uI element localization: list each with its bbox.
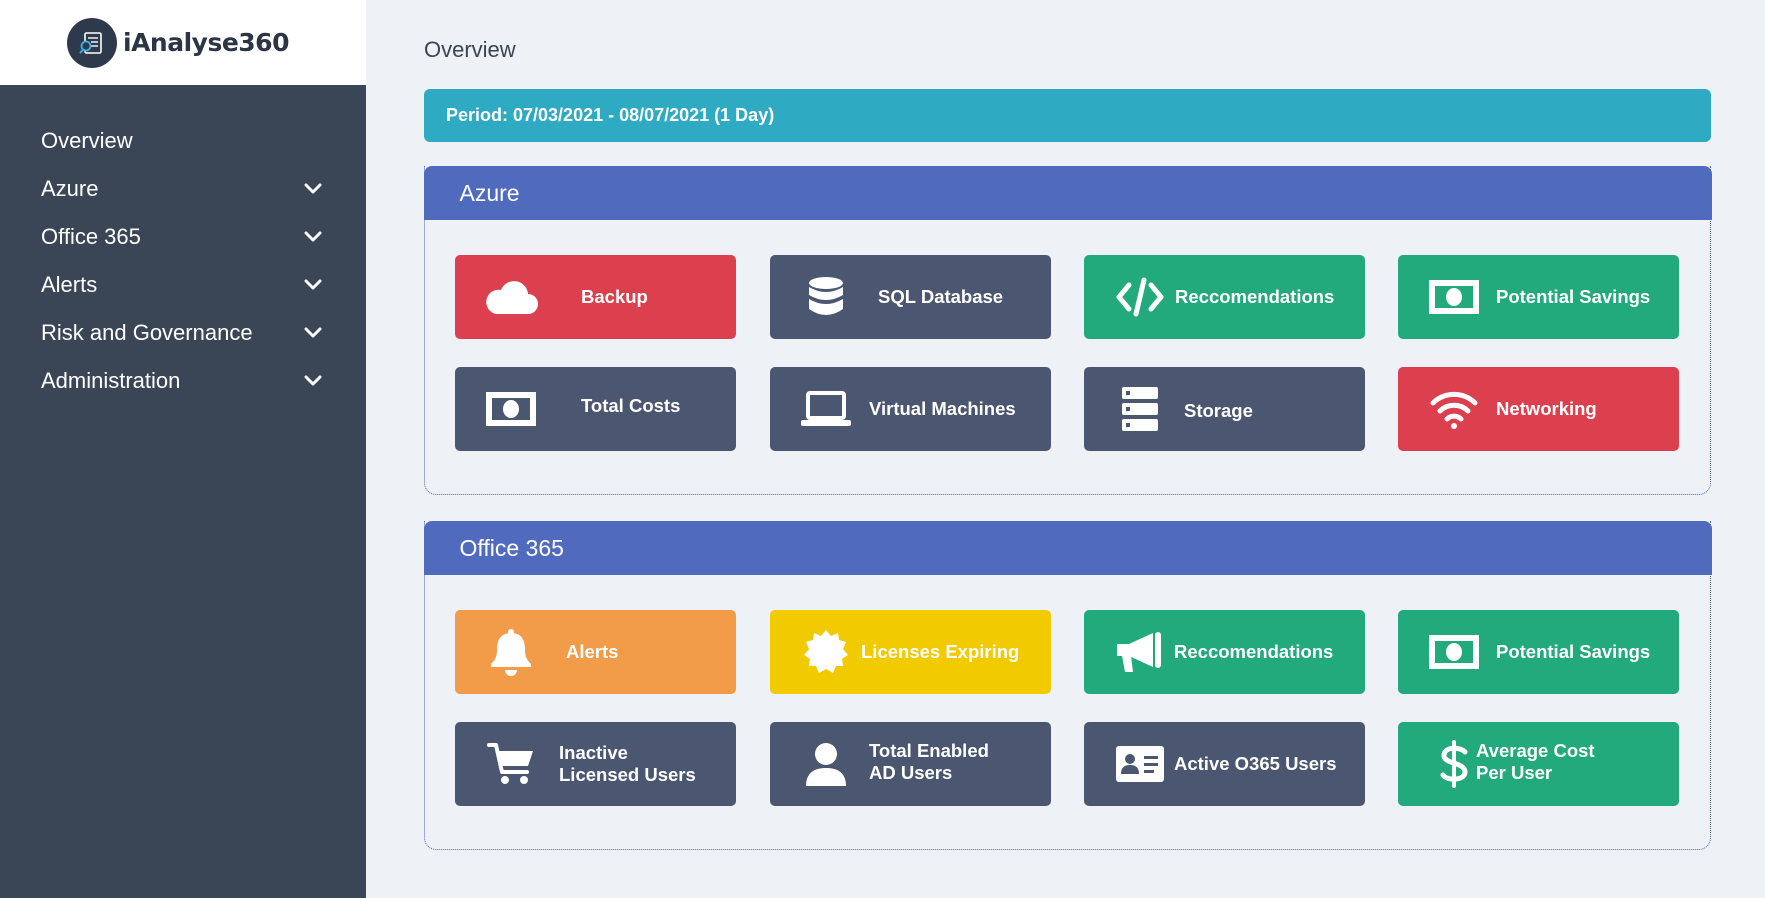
money-bill-icon [483, 384, 539, 434]
azure-section: Azure Backup SQL Database Reccomendation… [423, 166, 1712, 495]
tile-label: Alerts [566, 641, 619, 662]
logo-icon [67, 17, 117, 68]
sidebar-item-risk-and-governance[interactable]: Risk and Governance [0, 309, 366, 357]
sidebar-item-label: Overview [41, 128, 133, 153]
section-header-office-365: Office 365 [423, 521, 1712, 575]
tile-label: Storage [1184, 400, 1253, 421]
tile-active-o365-users[interactable]: Active O365 Users [1084, 722, 1365, 806]
bullhorn-icon [1112, 627, 1168, 677]
tile-label: Reccomendations [1175, 286, 1335, 307]
tile-label: Licenses Expiring [861, 641, 1020, 662]
tile-label: Networking [1496, 398, 1597, 419]
tile-total-enabled-ad-users[interactable]: Total Enabled AD Users [770, 722, 1051, 806]
money-bill-icon [1426, 272, 1482, 322]
tile-label: SQL Database [878, 286, 1004, 307]
office365-section: Office 365 Alerts Licenses Expiring Recc… [423, 521, 1712, 850]
section-title: Azure [459, 179, 520, 206]
database-icon [798, 272, 854, 322]
app-title: iAnalyse360 [123, 28, 289, 57]
main-content: Overview Period: 07/03/2021 - 08/07/2021… [366, 0, 1765, 898]
sidebar-item-azure[interactable]: Azure [0, 165, 366, 213]
tile-label: Reccomendations [1174, 641, 1334, 662]
sidebar-item-label: Alerts [41, 272, 98, 297]
tile-label-line-2: Per User [1476, 762, 1553, 783]
id-card-icon [1112, 739, 1168, 789]
certificate-icon [798, 627, 854, 677]
tile-sql-database[interactable]: SQL Database [770, 255, 1051, 339]
sidebar-item-label: Office 365 [41, 224, 141, 249]
sidebar-item-overview[interactable]: Overview [0, 117, 366, 165]
section-title: Office 365 [459, 534, 564, 561]
tile-label-line-1: Average Cost [1476, 740, 1595, 761]
tile-licenses-expiring[interactable]: Licenses Expiring [770, 610, 1051, 694]
sidebar-item-alerts[interactable]: Alerts [0, 261, 366, 309]
tile-label: Potential Savings [1496, 641, 1651, 662]
sidebar-nav: Overview Azure Office 365 Alerts Risk an… [0, 117, 366, 405]
sidebar: iAnalyse360 Overview Azure Office 365 Al… [0, 0, 366, 898]
section-header-azure: Azure [423, 166, 1712, 220]
laptop-icon [798, 384, 854, 434]
sidebar-item-label: Azure [41, 176, 99, 201]
tile-storage[interactable]: Storage [1084, 367, 1365, 451]
tile-label-line-2: Licensed Users [559, 764, 696, 785]
chevron-down-icon[interactable] [302, 226, 324, 248]
tile-potential-savings[interactable]: Potential Savings [1398, 255, 1679, 339]
tile-label-line-2: AD Users [869, 762, 953, 783]
tile-label: Total Enabled AD Users [869, 740, 989, 784]
tile-label: Total Costs [581, 395, 681, 416]
chevron-down-icon[interactable] [302, 274, 324, 296]
tile-label-line-1: Total Enabled [869, 740, 989, 761]
sidebar-item-office-365[interactable]: Office 365 [0, 213, 366, 261]
tile-label: Backup [581, 286, 648, 307]
bell-icon [483, 627, 539, 677]
tile-reccomendations[interactable]: Reccomendations [1084, 255, 1365, 339]
tile-label: Inactive Licensed Users [559, 742, 696, 786]
dollar-icon [1426, 739, 1482, 789]
tile-networking[interactable]: Networking [1398, 367, 1679, 451]
user-icon [798, 739, 854, 789]
tile-backup[interactable]: Backup [455, 255, 736, 339]
sidebar-item-label: Risk and Governance [41, 320, 253, 345]
period-banner: Period: 07/03/2021 - 08/07/2021 (1 Day) [424, 89, 1711, 142]
tile-average-cost-per-user[interactable]: Average Cost Per User [1398, 722, 1679, 806]
chevron-down-icon[interactable] [302, 178, 324, 200]
chevron-down-icon[interactable] [302, 322, 324, 344]
tile-label: Potential Savings [1496, 286, 1651, 307]
tile-potential-savings-o365[interactable]: Potential Savings [1398, 610, 1679, 694]
code-icon [1112, 272, 1168, 322]
tile-label: Active O365 Users [1174, 753, 1337, 774]
period-text: Period: 07/03/2021 - 08/07/2021 (1 Day) [446, 105, 775, 125]
logo-bar[interactable]: iAnalyse360 [0, 0, 366, 85]
tile-label-line-1: Inactive [559, 742, 628, 763]
tile-label: Virtual Machines [869, 398, 1016, 419]
sidebar-item-label: Administration [41, 368, 181, 393]
cart-icon [483, 739, 539, 789]
server-icon [1112, 384, 1168, 434]
tile-label: Average Cost Per User [1476, 740, 1595, 784]
cloud-icon [483, 272, 539, 322]
tile-total-costs[interactable]: Total Costs [455, 367, 736, 451]
tile-alerts[interactable]: Alerts [455, 610, 736, 694]
tile-virtual-machines[interactable]: Virtual Machines [770, 367, 1051, 451]
chevron-down-icon[interactable] [302, 370, 324, 392]
wifi-icon [1426, 384, 1482, 434]
sidebar-item-administration[interactable]: Administration [0, 357, 366, 405]
tile-inactive-licensed-users[interactable]: Inactive Licensed Users [455, 722, 736, 806]
page-title: Overview [424, 37, 516, 62]
money-bill-icon [1426, 627, 1482, 677]
tile-reccomendations-o365[interactable]: Reccomendations [1084, 610, 1365, 694]
